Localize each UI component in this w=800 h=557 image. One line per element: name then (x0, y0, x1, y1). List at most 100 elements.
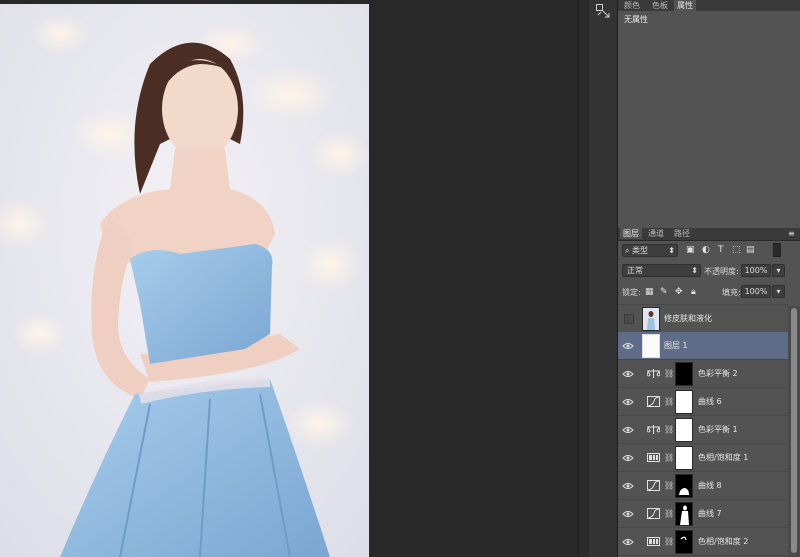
curves-icon (646, 479, 660, 492)
lock-image-icon[interactable]: ✎ (660, 287, 668, 297)
layers-tabbar: 图层 通道 路径 ≡ (618, 228, 800, 241)
opacity-value: 100% (744, 266, 768, 275)
layer-name[interactable]: 色彩平衡 2 (698, 368, 738, 379)
layer-name[interactable]: 曲线 8 (698, 480, 722, 491)
layer-name[interactable]: 曲线 6 (698, 396, 722, 407)
link-icon[interactable]: ⛓︎ (664, 395, 674, 408)
link-icon[interactable]: ⛓︎ (664, 423, 674, 436)
lock-transparent-icon[interactable]: ▦ (645, 287, 654, 297)
curves-icon (646, 507, 660, 520)
tab-layers[interactable]: 图层 (620, 228, 642, 239)
chevron-down-icon: ▾ (776, 266, 781, 275)
eye-icon[interactable] (621, 424, 635, 435)
layer-name[interactable]: 曲线 7 (698, 508, 722, 519)
filter-adjustment-icon[interactable]: ◐ (702, 245, 710, 255)
eye-icon[interactable] (621, 340, 635, 351)
link-icon[interactable]: ⛓︎ (664, 451, 674, 464)
layer-mask-thumbnail[interactable] (675, 474, 693, 498)
link-icon[interactable]: ⛓︎ (664, 535, 674, 548)
fill-label: 填充: (722, 288, 741, 297)
right-panels: 颜色 色板 属性 无属性 图层 通道 路径 ≡ ⌕ 类型 ⬍ ▣ ◐ T ⬚ ▤… (618, 0, 800, 557)
layer-mask-thumbnail[interactable] (675, 418, 693, 442)
blend-mode-value: 正常 (627, 266, 643, 275)
eye-icon[interactable] (621, 508, 635, 519)
mask-stroke-icon (680, 536, 687, 541)
layer-row[interactable]: ⛓︎ 曲线 8 (618, 472, 788, 500)
link-icon[interactable]: ⛓︎ (664, 479, 674, 492)
tab-channels[interactable]: 通道 (645, 228, 667, 239)
portrait-image (0, 4, 369, 557)
fill-dropdown[interactable]: ▾ (772, 285, 785, 298)
adjustments-panel-button[interactable] (594, 2, 612, 20)
document-canvas[interactable] (0, 0, 578, 557)
document-photo (0, 4, 369, 557)
photo-thumbnail-icon (643, 308, 659, 330)
chevron-down-icon: ▾ (776, 287, 781, 296)
collapsed-panel-column (589, 0, 618, 557)
tab-swatches[interactable]: 色板 (649, 0, 671, 11)
layer-mask-thumbnail[interactable] (675, 530, 693, 554)
eye-icon[interactable] (621, 452, 635, 463)
curves-icon (646, 395, 660, 408)
layer-thumbnail (642, 307, 660, 331)
layer-mask-thumbnail[interactable] (675, 446, 693, 470)
filter-search-icon: ⌕ (625, 246, 630, 255)
properties-panel: 无属性 (618, 11, 800, 227)
tab-paths[interactable]: 路径 (671, 228, 693, 239)
layer-name[interactable]: 图层 1 (664, 340, 688, 351)
layer-mask-thumbnail[interactable] (675, 502, 693, 526)
layer-row[interactable]: ⛓︎ 色彩平衡 1 (618, 416, 788, 444)
filter-shape-icon[interactable]: ⬚ (732, 245, 741, 255)
layer-thumbnail (642, 334, 660, 358)
fill-input[interactable]: 100% (741, 285, 771, 298)
layer-mask-thumbnail[interactable] (675, 390, 693, 414)
layer-row[interactable]: ⛓︎ 色相/饱和度 1 (618, 444, 788, 472)
layer-name[interactable]: 色相/饱和度 1 (698, 452, 748, 463)
panel-menu-icon[interactable]: ≡ (788, 229, 795, 239)
layer-name[interactable]: 色彩平衡 1 (698, 424, 738, 435)
layers-panel: 图层 通道 路径 ≡ ⌕ 类型 ⬍ ▣ ◐ T ⬚ ▤ 正常 ⬍ 不透明度: 1… (618, 228, 800, 557)
filter-pixel-icon[interactable]: ▣ (686, 245, 695, 255)
lock-position-icon[interactable]: ✥ (675, 287, 683, 297)
filter-smart-object-icon[interactable]: ▤ (746, 245, 755, 255)
layer-filter-select[interactable]: ⌕ 类型 ⬍ (622, 244, 678, 257)
filter-type-label: 类型 (632, 246, 649, 255)
hue-saturation-icon (646, 535, 660, 548)
layer-row-selected[interactable]: 图层 1 (618, 332, 788, 360)
eye-icon[interactable] (621, 480, 635, 491)
opacity-dropdown[interactable]: ▾ (772, 264, 785, 277)
eye-icon[interactable] (621, 536, 635, 547)
balance-icon (646, 367, 660, 380)
blend-mode-select[interactable]: 正常 ⬍ (622, 264, 701, 277)
filter-type-icon[interactable]: T (718, 245, 724, 255)
layer-row[interactable]: ⛓︎ 色彩平衡 2 (618, 360, 788, 388)
properties-icon (596, 4, 610, 18)
layer-row[interactable]: 修皮肤和液化 (618, 304, 788, 333)
chevron-down-icon: ⬍ (668, 246, 675, 255)
lock-label: 锁定: (622, 288, 641, 297)
visibility-toggle-off[interactable] (624, 314, 634, 324)
layer-name[interactable]: 修皮肤和液化 (664, 313, 712, 324)
layer-name[interactable]: 色相/饱和度 2 (698, 536, 748, 547)
lock-all-icon[interactable]: 🔒︎ (691, 287, 696, 297)
tab-color[interactable]: 颜色 (621, 0, 643, 11)
layer-row[interactable]: ⛓︎ 曲线 7 (618, 500, 788, 528)
fill-value: 100% (744, 287, 768, 296)
layers-scrollbar[interactable] (788, 306, 800, 557)
mask-figure-icon (680, 505, 689, 525)
layer-mask-thumbnail[interactable] (675, 362, 693, 386)
scrollbar-thumb[interactable] (791, 308, 797, 553)
no-properties-label: 无属性 (624, 15, 648, 24)
opacity-input[interactable]: 100% (741, 264, 771, 277)
opacity-label: 不透明度: (704, 267, 739, 276)
eye-icon[interactable] (621, 368, 635, 379)
eye-icon[interactable] (621, 396, 635, 407)
layer-row[interactable]: ⛓︎ 曲线 6 (618, 388, 788, 416)
filter-toggle-switch[interactable] (773, 243, 781, 257)
balance-icon (646, 423, 660, 436)
tab-properties[interactable]: 属性 (674, 0, 696, 11)
link-icon[interactable]: ⛓︎ (664, 367, 674, 380)
chevron-down-icon: ⬍ (691, 266, 698, 275)
layer-row[interactable]: ⛓︎ 色相/饱和度 2 (618, 528, 788, 556)
link-icon[interactable]: ⛓︎ (664, 507, 674, 520)
